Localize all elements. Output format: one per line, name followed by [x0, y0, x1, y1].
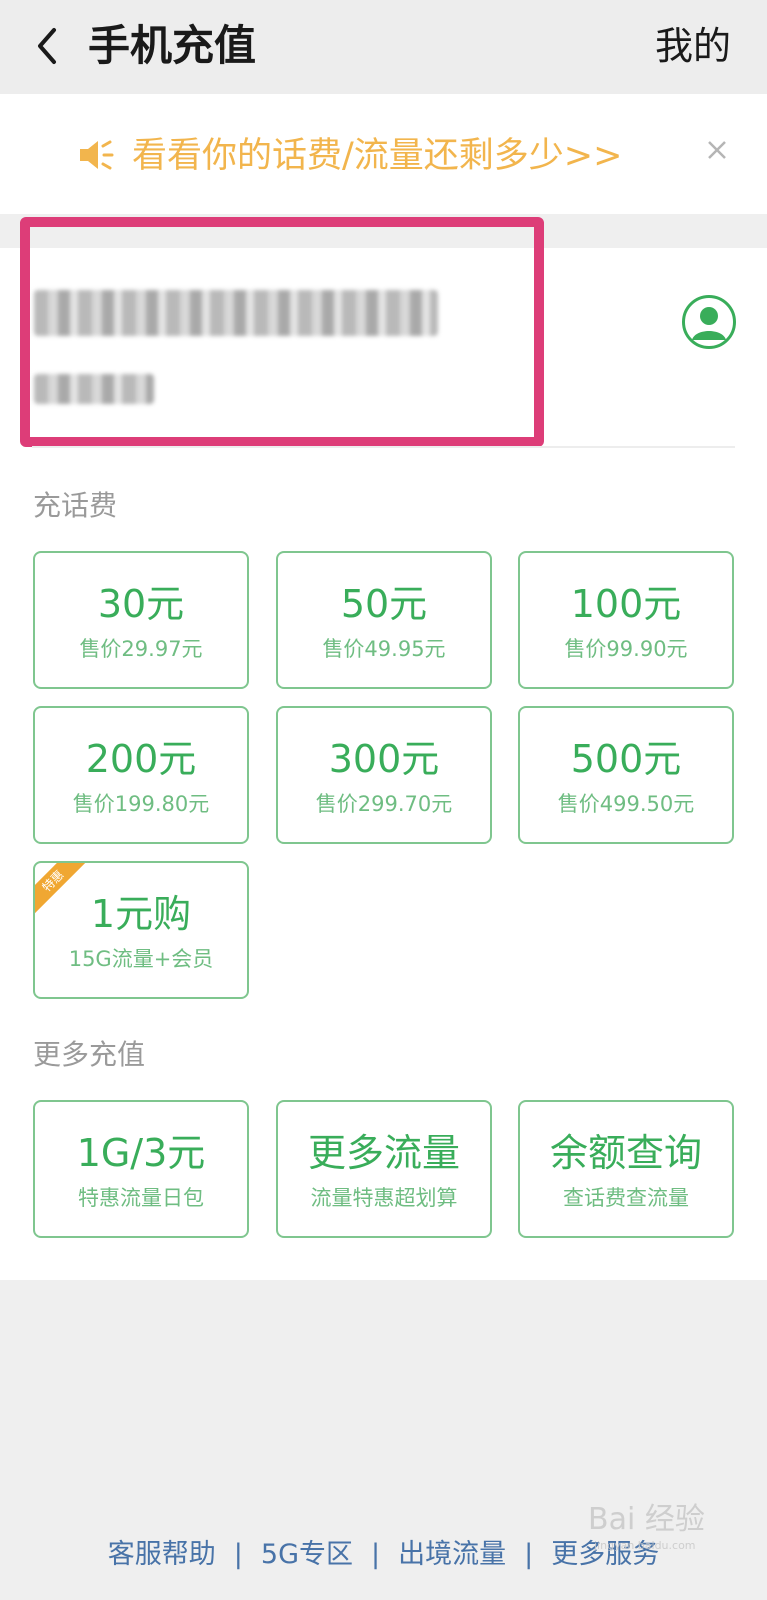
option-desc: 查话费查流量	[563, 1186, 689, 1210]
recharge-price: 售价49.95元	[322, 637, 446, 661]
recharge-price: 售价29.97元	[79, 637, 203, 661]
footer-separator: |	[233, 1539, 243, 1570]
footer-link-roaming-data[interactable]: 出境流量	[384, 1539, 520, 1570]
recharge-price: 售价499.50元	[557, 792, 695, 816]
recharge-amount: 300元	[328, 737, 440, 781]
option-title: 更多流量	[307, 1131, 460, 1175]
recharge-option-200[interactable]: 200元 售价199.80元	[33, 706, 249, 844]
back-arrow-icon[interactable]	[28, 24, 72, 68]
footer-link-customer-service[interactable]: 客服帮助	[94, 1539, 230, 1570]
data-day-pack-option[interactable]: 1G/3元 特惠流量日包	[33, 1100, 249, 1238]
recharge-option-1yuan-deal[interactable]: 特惠 1元购 15G流量+会员	[33, 861, 249, 999]
option-title: 1G/3元	[76, 1131, 206, 1175]
balance-check-notice[interactable]: 看看你的话费/流量还剩多少>>	[132, 126, 622, 186]
recharge-price: 售价99.90元	[564, 637, 688, 661]
divider	[32, 446, 735, 448]
recharge-amount: 1元购	[90, 892, 192, 936]
user-avatar-icon[interactable]	[681, 294, 737, 350]
recharge-amount: 500元	[570, 737, 682, 781]
my-account-link[interactable]: 我的	[655, 16, 731, 76]
close-icon[interactable]	[706, 139, 728, 161]
recharge-amount: 30元	[97, 582, 185, 626]
page-title: 手机充值	[88, 21, 257, 70]
more-data-option[interactable]: 更多流量 流量特惠超划算	[276, 1100, 492, 1238]
recharge-price: 售价299.70元	[315, 792, 453, 816]
account-highlight-box	[20, 217, 544, 447]
top-nav-bar: 手机充值 我的	[0, 0, 767, 94]
recharge-option-500[interactable]: 500元 售价499.50元	[518, 706, 734, 844]
recharge-amount: 200元	[85, 737, 197, 781]
recharge-option-30[interactable]: 30元 售价29.97元	[33, 551, 249, 689]
footer-separator: |	[371, 1539, 381, 1570]
recharge-section-title: 充话费	[33, 489, 118, 522]
recharge-option-300[interactable]: 300元 售价299.70元	[276, 706, 492, 844]
speaker-icon	[80, 140, 114, 170]
footer-link-5g-zone[interactable]: 5G专区	[247, 1539, 367, 1570]
option-desc: 流量特惠超划算	[310, 1186, 458, 1210]
recharge-price: 15G流量+会员	[68, 947, 214, 971]
baidu-jingyan-watermark: Bai 经验 jingyan.baidu.com	[588, 1500, 705, 1552]
recharge-amount: 100元	[570, 582, 682, 626]
option-title: 余额查询	[549, 1131, 702, 1175]
watermark-url: jingyan.baidu.com	[594, 1539, 696, 1552]
recharge-option-50[interactable]: 50元 售价49.95元	[276, 551, 492, 689]
watermark-text: Bai 经验	[588, 1502, 705, 1537]
recharge-option-100[interactable]: 100元 售价99.90元	[518, 551, 734, 689]
footer-separator: |	[524, 1539, 534, 1570]
option-desc: 特惠流量日包	[78, 1186, 204, 1210]
recharge-amount: 50元	[340, 582, 428, 626]
balance-query-option[interactable]: 余额查询 查话费查流量	[518, 1100, 734, 1238]
recharge-price: 售价199.80元	[72, 792, 210, 816]
more-section-title: 更多充值	[33, 1038, 146, 1071]
